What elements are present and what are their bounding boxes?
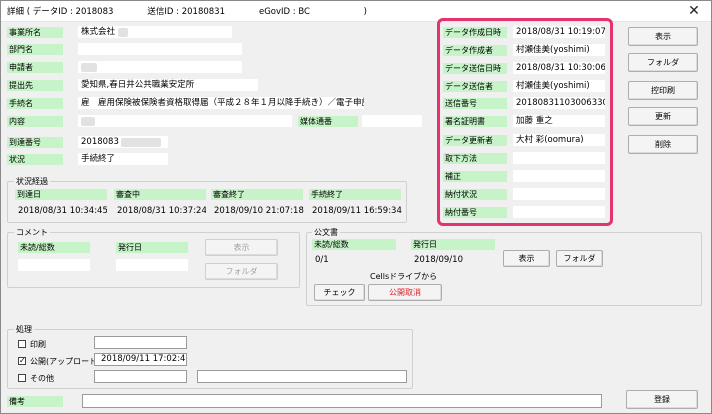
department-label: 部門名 [7, 44, 63, 55]
status-label: 状況 [7, 154, 63, 165]
media-serial-label: 媒体通番 [298, 116, 358, 127]
cells-drive-text: Cellsドライブから [370, 272, 438, 281]
progress-review-end-value: 2018/09/10 21:07:18 [214, 206, 304, 216]
close-icon[interactable]: ✕ [683, 2, 705, 20]
comment-show-button[interactable]: 表示 [205, 239, 278, 256]
redacted-block [81, 117, 95, 126]
publish-date-field[interactable]: 2018/09/11 17:02:49 [94, 353, 187, 366]
remarks-field[interactable] [82, 394, 602, 408]
print-copy-button[interactable]: 控印刷 [628, 81, 698, 100]
comment-unread-field[interactable] [18, 259, 90, 271]
check-button[interactable]: チェック [314, 284, 365, 301]
publish-checkbox-label: 公開(アップロード) [30, 357, 101, 366]
status-field[interactable]: 手続終了 [78, 153, 168, 165]
comment-issue-date-label: 発行日 [116, 242, 188, 253]
redacted-block [118, 28, 128, 37]
progress-arrival-value: 2018/08/31 10:34:45 [18, 206, 107, 216]
other-field-1[interactable] [94, 370, 187, 383]
publish-cancel-button[interactable]: 公開取消 [368, 284, 442, 301]
progress-group-title: 状況経過 [14, 176, 50, 187]
applicant-label: 申請者 [7, 62, 63, 73]
applicant-field[interactable] [78, 61, 242, 73]
content-field[interactable] [78, 115, 292, 127]
progress-review-end-label: 審査終了 [211, 189, 303, 200]
redacted-block [121, 138, 161, 147]
department-field[interactable] [78, 43, 242, 55]
print-checkbox[interactable] [18, 340, 26, 348]
show-button[interactable]: 表示 [628, 27, 698, 46]
official-issue-date-value: 2018/09/10 [414, 255, 463, 265]
remarks-label: 備考 [7, 396, 63, 407]
progress-review-label: 審査中 [114, 189, 206, 200]
arrival-number-label: 到達番号 [7, 137, 63, 148]
processing-group-title: 処理 [14, 324, 34, 335]
official-unread-label: 未読/総数 [312, 239, 396, 250]
update-button[interactable]: 更新 [628, 107, 698, 126]
window-title: 詳細 ( データID : 2018083 送信ID : 20180831 eGo… [7, 7, 367, 17]
official-folder-button[interactable]: フォルダ [556, 250, 603, 267]
print-checkbox-label: 印刷 [30, 340, 46, 349]
official-unread-value: 0/1 [315, 255, 329, 265]
other-field-2[interactable] [197, 370, 407, 383]
register-button[interactable]: 登録 [626, 390, 698, 409]
official-issue-date-label: 発行日 [411, 239, 495, 250]
office-name-field[interactable]: 株式会社 [78, 26, 232, 38]
office-name-label: 事業所名 [7, 27, 63, 38]
procedure-field[interactable]: 雇 雇用保険被保険者資格取得届（平成２８年１月以降手続き）／電子申請 [78, 97, 364, 109]
official-show-button[interactable]: 表示 [503, 250, 550, 267]
progress-done-value: 2018/09/11 16:59:34 [312, 206, 402, 216]
submit-to-label: 提出先 [7, 80, 63, 91]
other-checkbox[interactable] [18, 374, 26, 382]
content-label: 内容 [7, 116, 63, 127]
progress-done-label: 手続終了 [309, 189, 401, 200]
procedure-label: 手続名 [7, 98, 63, 109]
media-serial-field[interactable] [362, 115, 422, 127]
comment-folder-button[interactable]: フォルダ [205, 263, 278, 280]
progress-arrival-label: 到達日 [15, 189, 107, 200]
comment-group-title: コメント [14, 227, 50, 238]
delete-button[interactable]: 削除 [628, 135, 698, 154]
other-checkbox-label: その他 [30, 374, 54, 383]
highlight-frame [437, 18, 613, 226]
official-document-group-title: 公文書 [312, 227, 340, 238]
comment-issue-date-field[interactable] [116, 259, 188, 271]
progress-review-value: 2018/08/31 10:37:24 [117, 206, 206, 216]
publish-checkbox[interactable]: ✓ [18, 357, 26, 365]
folder-button[interactable]: フォルダ [628, 53, 698, 72]
print-field[interactable] [94, 336, 187, 349]
submit-to-field[interactable]: 愛知県,春日井公共職業安定所 [78, 79, 258, 91]
redacted-block [81, 63, 97, 72]
comment-unread-label: 未読/総数 [18, 242, 90, 253]
detail-window: 詳細 ( データID : 2018083 送信ID : 20180831 eGo… [0, 0, 712, 414]
